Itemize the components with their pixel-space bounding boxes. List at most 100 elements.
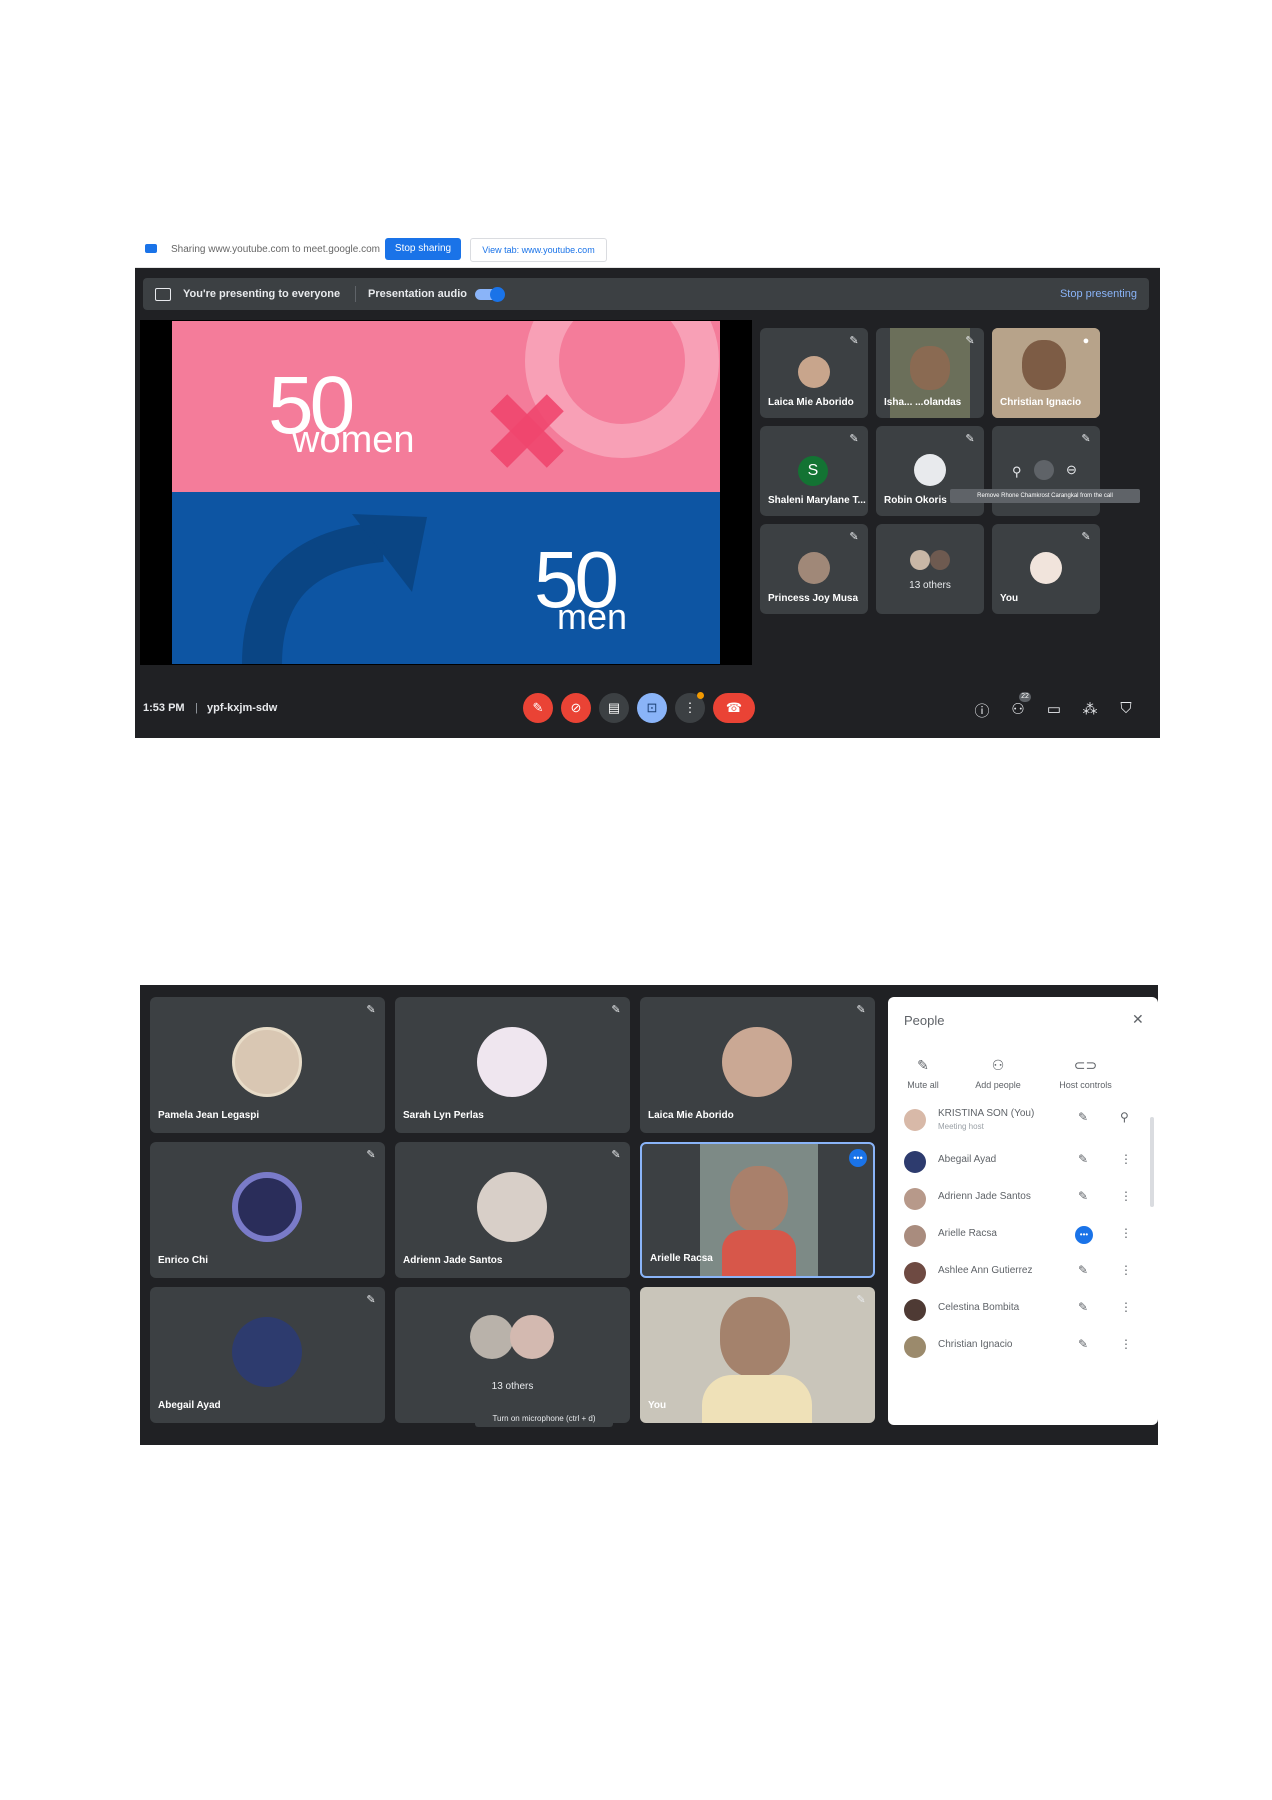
mic-off-icon: ✎ bbox=[917, 1057, 929, 1073]
people-list-item[interactable]: Adrienn Jade Santos ✎ ⋮ bbox=[888, 1180, 1158, 1216]
participant-tile[interactable]: ✎ Isha... ...olandas bbox=[876, 328, 984, 418]
view-tab-button[interactable]: View tab: www.youtube.com bbox=[470, 238, 607, 262]
mic-off-icon[interactable]: ✎ bbox=[1078, 1189, 1088, 1203]
video-feed-shirt bbox=[702, 1375, 812, 1423]
avatar bbox=[910, 346, 950, 390]
mic-off-icon: ✎ bbox=[849, 433, 859, 445]
mic-off-icon: ✎ bbox=[849, 531, 859, 543]
mic-off-icon: ✎ bbox=[965, 433, 975, 445]
close-icon[interactable]: ✕ bbox=[1132, 1011, 1144, 1028]
participant-tile[interactable]: ✎ Princess Joy Musa bbox=[760, 524, 868, 614]
mic-off-icon: ✎ bbox=[1081, 531, 1091, 543]
pin-icon[interactable]: ⚲ bbox=[1012, 464, 1022, 480]
mic-off-icon: ✎ bbox=[366, 1004, 376, 1016]
participant-tile[interactable]: ✎ Laica Mie Aborido bbox=[640, 997, 875, 1133]
participant-tile[interactable]: ✎ Abegail Ayad bbox=[150, 1287, 385, 1423]
more-vert-icon[interactable]: ⋮ bbox=[1120, 1263, 1132, 1277]
host-controls-button[interactable]: ⊂⊃ Host controls bbox=[1048, 1057, 1123, 1090]
avatar bbox=[730, 1166, 788, 1232]
more-vert-icon[interactable]: ⋮ bbox=[1120, 1337, 1132, 1351]
people-panel: People ✕ ✎ Mute all ⚇ Add people ⊂⊃ Host… bbox=[888, 997, 1158, 1425]
participant-tile[interactable]: ✎ Enrico Chi bbox=[150, 1142, 385, 1278]
avatar bbox=[232, 1027, 302, 1097]
mic-off-icon[interactable]: ✎ bbox=[1078, 1110, 1088, 1124]
more-vert-icon[interactable]: ⋮ bbox=[1120, 1189, 1132, 1203]
presenting-banner: You're presenting to everyone Presentati… bbox=[143, 278, 1149, 310]
people-list-item[interactable]: Abegail Ayad ✎ ⋮ bbox=[888, 1143, 1158, 1179]
mic-tooltip: Turn on microphone (ctrl + d) bbox=[475, 1411, 613, 1427]
captions-icon[interactable]: ▤ bbox=[599, 693, 629, 723]
avatar bbox=[477, 1172, 547, 1242]
self-tile[interactable]: ✎ You bbox=[640, 1287, 875, 1423]
others-tile[interactable]: 13 others Turn on microphone (ctrl + d) bbox=[395, 1287, 630, 1427]
stop-presenting-button[interactable]: Stop presenting bbox=[1060, 288, 1137, 300]
mic-off-icon[interactable]: ✎ bbox=[1078, 1337, 1088, 1351]
others-tile[interactable]: 13 others bbox=[876, 524, 984, 614]
mute-all-button[interactable]: ✎ Mute all bbox=[898, 1057, 948, 1090]
pin-icon[interactable]: ⚲ bbox=[1120, 1110, 1129, 1124]
people-list-item-host[interactable]: KRISTINA SON (You) Meeting host ✎ ⚲ bbox=[888, 1101, 1158, 1141]
present-icon[interactable]: ⊡ bbox=[637, 693, 667, 723]
presentation-audio-label: Presentation audio bbox=[368, 288, 468, 300]
participant-tile[interactable]: ✎ Pamela Jean Legaspi bbox=[150, 997, 385, 1133]
people-list-item[interactable]: Arielle Racsa ••• ⋮ bbox=[888, 1217, 1158, 1253]
meet-window: You're presenting to everyone Presentati… bbox=[135, 268, 1160, 738]
presentation-audio-toggle[interactable] bbox=[475, 287, 505, 302]
participant-name: Robin Okoris bbox=[884, 495, 947, 506]
avatar bbox=[720, 1297, 790, 1377]
active-speaker-tile[interactable]: ••• Arielle Racsa bbox=[640, 1142, 875, 1278]
chat-icon[interactable]: ▭ bbox=[1045, 700, 1063, 718]
participant-name: Abegail Ayad bbox=[158, 1400, 221, 1411]
participant-tile[interactable]: S ✎ Shaleni Marylane T... bbox=[760, 426, 868, 516]
participant-name: Laica Mie Aborido bbox=[768, 397, 854, 408]
person-name: Adrienn Jade Santos bbox=[938, 1191, 1031, 1202]
people-panel-title: People bbox=[904, 1013, 945, 1028]
more-vert-icon[interactable]: ⋮ bbox=[1120, 1226, 1132, 1240]
activities-icon[interactable]: ⁂ bbox=[1081, 700, 1099, 718]
stop-sharing-button[interactable]: Stop sharing bbox=[385, 238, 461, 260]
mic-off-icon[interactable]: ✎ bbox=[1078, 1152, 1088, 1166]
more-vert-icon[interactable]: ⋮ bbox=[1120, 1152, 1132, 1166]
self-tile[interactable]: ✎ You bbox=[992, 524, 1100, 614]
host-controls-icon[interactable]: ⛉ bbox=[1117, 700, 1135, 717]
participant-tile[interactable]: ✎ Sarah Lyn Perlas bbox=[395, 997, 630, 1133]
slide-top-word: women bbox=[292, 419, 415, 461]
screen-share-icon bbox=[145, 244, 157, 253]
participant-name: You bbox=[648, 1400, 667, 1411]
participant-tile[interactable]: ✎ Laica Mie Aborido bbox=[760, 328, 868, 418]
male-symbol-icon bbox=[242, 514, 427, 664]
info-icon[interactable]: ⓘ bbox=[973, 700, 991, 721]
people-list-item[interactable]: Celestina Bombita ✎ ⋮ bbox=[888, 1291, 1158, 1327]
mic-off-icon: ✎ bbox=[366, 1294, 376, 1306]
avatar bbox=[904, 1262, 926, 1284]
person-name: Ashlee Ann Gutierrez bbox=[938, 1265, 1033, 1276]
participant-tile[interactable]: ● Christian Ignacio bbox=[992, 328, 1100, 418]
avatar bbox=[904, 1225, 926, 1247]
presenting-label: You're presenting to everyone bbox=[183, 288, 341, 300]
participant-tile[interactable]: ✎ Adrienn Jade Santos bbox=[395, 1142, 630, 1278]
people-list-item[interactable]: Christian Ignacio ✎ ⋮ bbox=[888, 1328, 1158, 1364]
slide-men-panel: 50 men bbox=[172, 492, 720, 664]
mic-off-icon: ✎ bbox=[611, 1149, 621, 1161]
sharing-text: Sharing www.youtube.com to meet.google.c… bbox=[171, 244, 380, 255]
meet-screenshot-presenting: Sharing www.youtube.com to meet.google.c… bbox=[135, 233, 1160, 738]
mic-off-icon: ✎ bbox=[1081, 433, 1091, 445]
add-people-button[interactable]: ⚇ Add people bbox=[968, 1057, 1028, 1090]
mic-off-icon[interactable]: ✎ bbox=[523, 693, 553, 723]
notification-dot bbox=[697, 692, 704, 699]
people-list-item[interactable]: Ashlee Ann Gutierrez ✎ ⋮ bbox=[888, 1254, 1158, 1290]
mic-off-icon[interactable]: ✎ bbox=[1078, 1300, 1088, 1314]
remove-tooltip: Remove Rhone Chamkrost Carangkal from th… bbox=[950, 489, 1140, 503]
camera-off-icon[interactable]: ⊘ bbox=[561, 693, 591, 723]
remove-icon[interactable]: ⊖ bbox=[1066, 462, 1077, 478]
slide-women-panel: 50 women bbox=[172, 321, 720, 492]
scrollbar[interactable] bbox=[1150, 1117, 1154, 1207]
people-icon[interactable]: ⚇ bbox=[1009, 700, 1027, 718]
avatar bbox=[1034, 460, 1054, 480]
participant-name: Isha... ...olandas bbox=[884, 397, 962, 408]
end-call-icon[interactable]: ☎ bbox=[713, 693, 755, 723]
participant-name: Shaleni Marylane T... bbox=[768, 495, 866, 506]
avatar bbox=[910, 550, 930, 570]
mic-off-icon[interactable]: ✎ bbox=[1078, 1263, 1088, 1277]
more-vert-icon[interactable]: ⋮ bbox=[1120, 1300, 1132, 1314]
